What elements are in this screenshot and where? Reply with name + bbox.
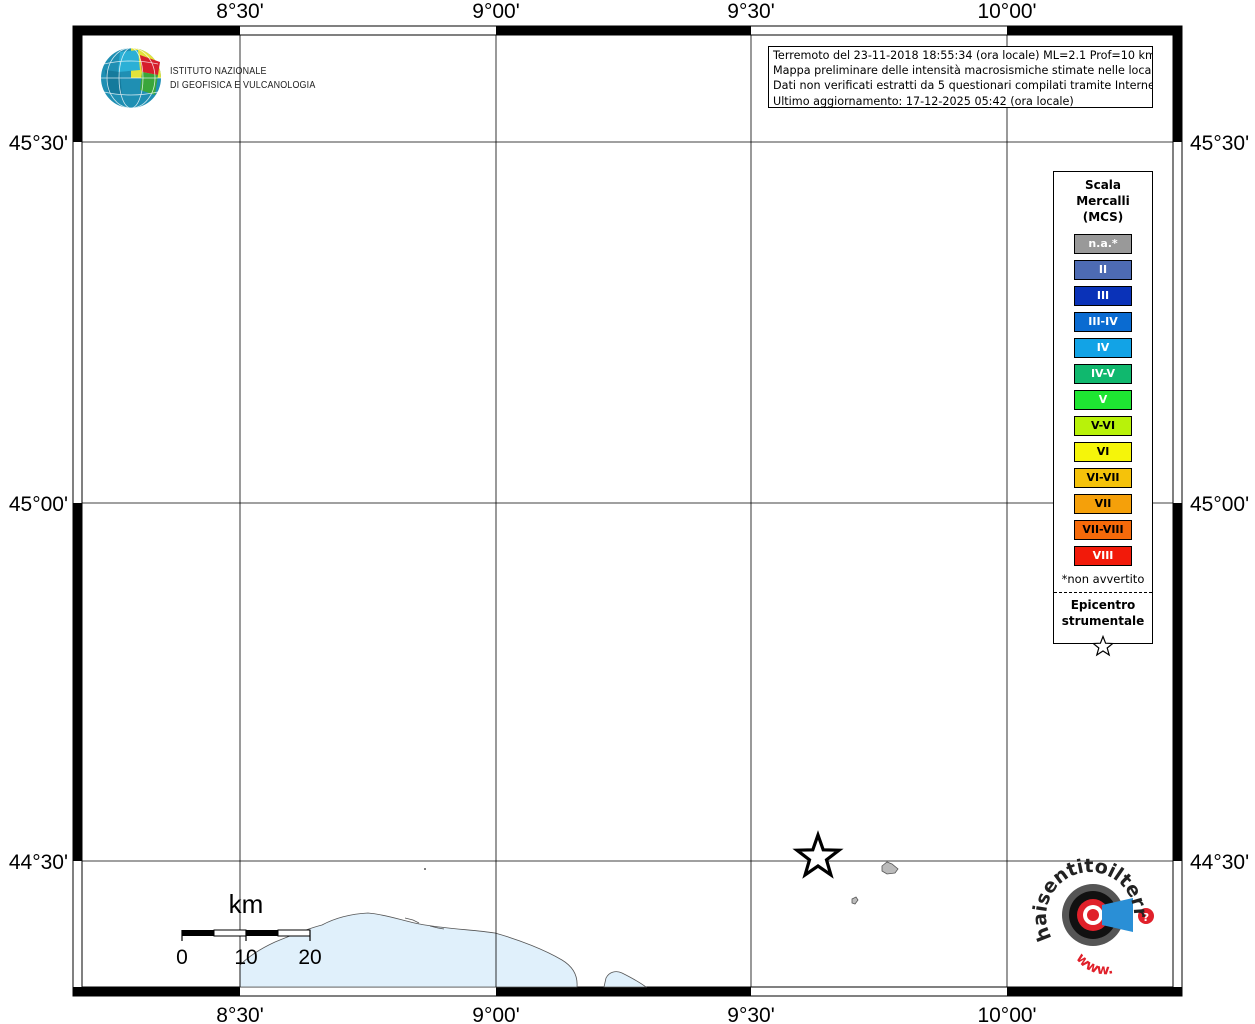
badge-url-text: www. — [1073, 950, 1115, 978]
legend-item-iii: III — [1074, 286, 1132, 306]
legend-item-v: V — [1074, 390, 1132, 410]
legend-item-vii: VII — [1074, 494, 1132, 514]
right-tick-1: 45°00' — [1190, 493, 1249, 516]
info-line-1: Terremoto del 23-11-2018 18:55:34 (ora l… — [773, 49, 1153, 62]
legend-item-iv: IV — [1074, 338, 1132, 358]
lake-small — [881, 861, 899, 875]
logo-line-2: DI GEOFISICA E VULCANOLOGIA — [170, 79, 316, 91]
epicenter-star-icon[interactable] — [792, 830, 844, 879]
legend-item-ii: II — [1074, 260, 1132, 280]
graticule — [82, 35, 1173, 987]
left-tick-2: 44°30' — [9, 851, 68, 874]
top-tick-2: 9°30' — [727, 0, 774, 23]
legend-item-iv-v: IV-V — [1074, 364, 1132, 384]
legend-note: *non avvertito — [1061, 572, 1145, 586]
legend-star-icon — [1054, 634, 1152, 661]
scale-tick-20: 20 — [298, 946, 321, 969]
info-line-3: Dati non verificati estratti da 5 questi… — [773, 79, 1153, 93]
legend-item-v-vi: V-VI — [1074, 416, 1132, 436]
top-tick-3: 10°00' — [977, 0, 1036, 23]
map-frame — [72, 25, 1183, 997]
haisentito-logo-icon: ? haisentitoilterremoto.it www. — [0, 0, 1154, 979]
sea-area-small — [603, 971, 648, 988]
mcs-legend: Scala Mercalli (MCS) n.a.* II III III-IV IV I… — [1053, 171, 1153, 657]
legend-epicenter-line-1: Epicentro — [1070, 598, 1136, 612]
bottom-tick-1: 9°00' — [472, 1004, 519, 1024]
top-tick-0: 8°30' — [216, 0, 263, 23]
info-line-4: Ultimo aggiornamento: 17-12-2025 05:42 (… — [773, 94, 1074, 108]
legend-epicenter-line-2: strumentale — [1061, 614, 1145, 628]
scale-tick-0: 0 — [176, 946, 188, 969]
lake-tiny — [851, 896, 859, 905]
scale-tick-10: 10 — [234, 946, 257, 969]
legend-item-viii: VIII — [1074, 546, 1132, 566]
right-tick-0: 45°30' — [1190, 132, 1249, 155]
left-tick-1: 45°00' — [9, 493, 68, 516]
ingv-logo-text: ISTITUTO NAZIONALE DI GEOFISICA E VULCAN… — [170, 64, 315, 92]
border-bars — [73, 26, 1182, 996]
legend-item-vi: VI — [1074, 442, 1132, 462]
legend-epicenter-label: Epicentro strumentale — [1054, 597, 1152, 629]
bottom-tick-3: 10°00' — [977, 1004, 1036, 1024]
logo-line-1: ISTITUTO NAZIONALE — [170, 65, 267, 77]
legend-item-n-a: n.a.* — [1074, 234, 1132, 254]
scale-unit: km — [229, 889, 264, 919]
event-info-box: Terremoto del 23-11-2018 18:55:34 (ora l… — [768, 46, 1153, 108]
legend-items: n.a.* II III III-IV IV IV-V V V-VI VI VI-VII VII VI… — [1054, 234, 1152, 566]
sea-area — [239, 912, 578, 988]
info-line-2: Mappa preliminare delle intensità macros… — [773, 64, 1153, 78]
legend-item-vii-viii: VII-VIII — [1074, 520, 1132, 540]
legend-item-vi-vii: VI-VII — [1074, 468, 1132, 488]
ingv-globe-icon — [101, 47, 161, 109]
legend-separator — [1054, 592, 1152, 593]
legend-title-line-2: Mercalli — [1076, 194, 1130, 208]
legend-title-line-3: (MCS) — [1082, 210, 1124, 224]
legend-title-line-1: Scala — [1084, 178, 1122, 192]
legend-item-iii-iv: III-IV — [1074, 312, 1132, 332]
svg-text:www.: www. — [1073, 950, 1115, 978]
coastline — [239, 861, 899, 988]
scale-bar: km 0 10 20 — [176, 889, 322, 969]
right-tick-2: 44°30' — [1190, 851, 1249, 874]
left-tick-0: 45°30' — [9, 132, 68, 155]
bottom-tick-0: 8°30' — [216, 1004, 263, 1024]
top-tick-1: 9°00' — [472, 0, 519, 23]
bottom-tick-2: 9°30' — [727, 1004, 774, 1024]
legend-title: Scala Mercalli (MCS) — [1054, 177, 1152, 225]
